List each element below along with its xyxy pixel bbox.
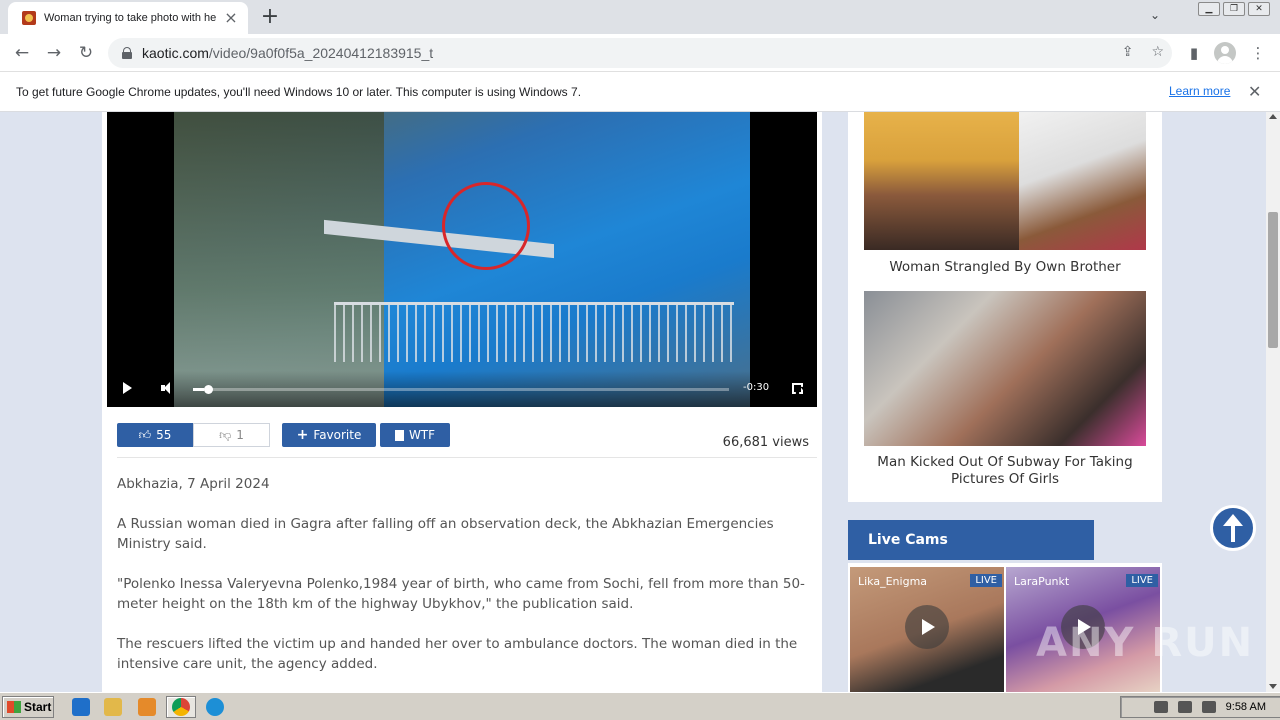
profile-avatar-icon[interactable] (1214, 42, 1236, 64)
related-thumbnail[interactable] (864, 112, 1146, 250)
video-controls: -0:30 (107, 371, 817, 407)
taskbar-clock: 9:58 AM (1225, 701, 1266, 713)
network-tray-icon[interactable] (1177, 701, 1192, 713)
internet-explorer-icon[interactable] (72, 698, 90, 716)
start-label: Start (24, 700, 52, 714)
related-thumbnail[interactable] (864, 291, 1146, 446)
bookmark-star-icon[interactable]: ☆ (1151, 44, 1164, 60)
edge-icon[interactable] (206, 698, 224, 716)
browser-toolbar: ← → ↻ kaotic.com/video/9a0f0f5a_20240412… (0, 34, 1280, 72)
action-center-flag-icon[interactable] (1201, 701, 1216, 713)
view-count: 66,681 views (722, 435, 809, 450)
main-content: -0:30 👍︎ 55 👎︎ 1 + Favorite WTF 66,681 v… (102, 112, 822, 692)
forward-arrow-icon[interactable]: → (42, 41, 66, 65)
wtf-label: WTF (408, 428, 436, 442)
watermark: ANY RUN (1036, 620, 1255, 666)
file-explorer-icon[interactable] (104, 698, 122, 716)
favorite-label: Favorite (313, 428, 362, 442)
page-viewport: -0:30 👍︎ 55 👎︎ 1 + Favorite WTF 66,681 v… (0, 112, 1266, 692)
thumb-down-icon: 👎︎ (219, 427, 232, 442)
start-button[interactable]: Start (2, 696, 54, 718)
side-panel-icon[interactable]: ▮ (1182, 41, 1206, 65)
windows-taskbar: Start 9:58 AM (0, 692, 1280, 720)
live-badge: LIVE (1126, 574, 1158, 587)
video-scene-railing (334, 302, 734, 362)
back-arrow-icon[interactable]: ← (10, 41, 34, 65)
dislike-count: 1 (236, 428, 244, 442)
related-videos: Woman Strangled By Own Brother Man Kicke… (848, 112, 1162, 502)
like-button[interactable]: 👍︎ 55 (117, 423, 193, 447)
video-progress-knob[interactable] (203, 385, 213, 394)
related-title-link[interactable]: Man Kicked Out Of Subway For Taking Pict… (864, 454, 1146, 488)
new-tab-button[interactable]: + (258, 6, 282, 30)
window-controls: ▁ ❐ ✕ (1198, 2, 1270, 16)
minimize-button[interactable]: ▁ (1198, 2, 1220, 16)
thumbnail-image (864, 112, 1019, 250)
play-circle-icon[interactable] (905, 605, 949, 649)
play-icon[interactable] (123, 382, 132, 394)
scroll-to-top-icon[interactable] (1210, 505, 1256, 551)
related-title-link[interactable]: Woman Strangled By Own Brother (864, 259, 1146, 275)
live-cams-heading: Live Cams (848, 520, 1094, 560)
system-tray: 9:58 AM (1120, 696, 1280, 718)
menu-kebab-icon[interactable]: ⋮ (1246, 41, 1270, 65)
url-text: kaotic.com/video/9a0f0f5a_20240412183915… (142, 45, 434, 61)
reload-icon[interactable]: ↻ (74, 41, 98, 65)
document-icon (394, 429, 404, 441)
plus-icon: + (296, 427, 309, 443)
restore-button[interactable]: ❐ (1223, 2, 1245, 16)
live-badge: LIVE (970, 574, 1002, 587)
lock-icon[interactable] (122, 47, 132, 59)
infobar-message: To get future Google Chrome updates, you… (16, 84, 582, 99)
scrollbar-thumb[interactable] (1268, 212, 1278, 348)
article-body: Abkhazia, 7 April 2024 A Russian woman d… (117, 474, 817, 692)
scroll-up-arrow-icon[interactable] (1269, 114, 1277, 119)
video-scene-trees (174, 112, 384, 407)
scroll-down-arrow-icon[interactable] (1269, 684, 1277, 689)
tab-search-chevron-icon[interactable]: ⌄ (1150, 8, 1160, 22)
video-frame (174, 112, 750, 407)
video-player[interactable]: -0:30 (107, 112, 817, 407)
wtf-button[interactable]: WTF (380, 423, 450, 447)
tab-strip: Woman trying to take photo with he × + ⌄… (0, 0, 1280, 34)
divider (117, 457, 817, 458)
volume-icon[interactable] (161, 382, 174, 394)
share-icon[interactable]: ⇪ (1122, 44, 1134, 60)
cam-tile[interactable]: Lika_Enigma LIVE (850, 567, 1004, 692)
windows-flag-icon (7, 701, 21, 713)
chrome-icon (172, 698, 190, 716)
cam-username: Lika_Enigma (858, 575, 928, 588)
article-paragraph: A Russian woman died in Gagra after fall… (117, 516, 774, 552)
fullscreen-icon[interactable] (792, 383, 803, 394)
video-progress-fill (193, 388, 204, 391)
cam-username: LaraPunkt (1014, 575, 1070, 588)
update-infobar: To get future Google Chrome updates, you… (0, 72, 1280, 112)
article-paragraph: "Polenko Inessa Valeryevna Polenko,1984 … (117, 576, 805, 612)
like-count: 55 (156, 428, 172, 442)
thumbnail-image (1019, 112, 1146, 250)
close-window-button[interactable]: ✕ (1248, 2, 1270, 16)
tab-title: Woman trying to take photo with he (44, 12, 217, 24)
browser-tab[interactable]: Woman trying to take photo with he × (8, 2, 248, 34)
page-scrollbar[interactable] (1266, 112, 1280, 692)
close-tab-icon[interactable]: × (222, 9, 240, 27)
video-actions: 👍︎ 55 👎︎ 1 + Favorite WTF 66,681 views (117, 423, 817, 450)
favorite-button[interactable]: + Favorite (282, 423, 376, 447)
media-player-icon[interactable] (138, 698, 156, 716)
site-favicon-icon (22, 11, 36, 25)
address-bar[interactable]: kaotic.com/video/9a0f0f5a_20240412183915… (108, 38, 1172, 68)
time-remaining: -0:30 (743, 382, 770, 393)
video-highlight-circle (442, 182, 530, 270)
video-progress-bar[interactable] (193, 388, 729, 391)
thumb-up-icon: 👍︎ (138, 427, 152, 442)
volume-tray-icon[interactable] (1153, 701, 1168, 713)
close-infobar-icon[interactable]: ✕ (1248, 82, 1261, 101)
dislike-button[interactable]: 👎︎ 1 (193, 423, 270, 447)
learn-more-link[interactable]: Learn more (1169, 84, 1230, 98)
article-paragraph: Abkhazia, 7 April 2024 (117, 476, 270, 492)
chrome-taskbar-button[interactable] (166, 696, 196, 718)
article-paragraph: The rescuers lifted the victim up and ha… (117, 636, 798, 672)
